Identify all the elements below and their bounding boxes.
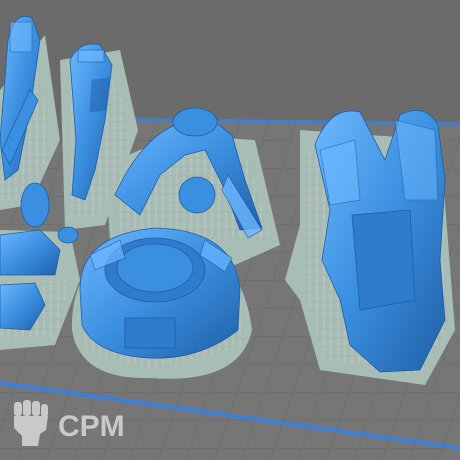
build-plate-scene (0, 0, 460, 460)
watermark: CPM (8, 398, 158, 450)
watermark-text: CPM (58, 410, 125, 443)
slicer-viewport[interactable]: CPM (0, 0, 460, 460)
raised-fist-icon (14, 400, 48, 446)
model-turret-base (79, 227, 241, 359)
